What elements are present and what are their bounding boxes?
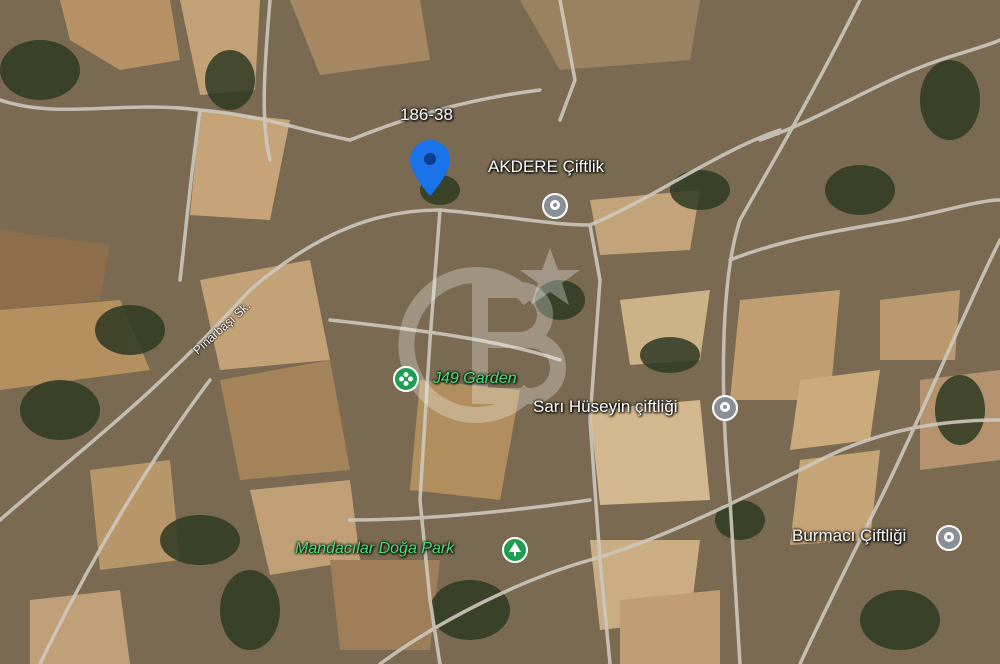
place-label-burmaci[interactable]: Burmacı Çiftliği (792, 526, 906, 546)
place-pin-icon[interactable] (542, 193, 568, 219)
satellite-imagery (0, 0, 1000, 664)
place-label-sari[interactable]: Sarı Hüseyin çiftliği (533, 397, 678, 417)
place-label-akdere[interactable]: AKDERE Çiftlik (488, 157, 604, 177)
place-label-j49[interactable]: J49 Garden (433, 370, 517, 388)
flower-icon[interactable] (393, 366, 419, 392)
tree-icon[interactable] (502, 537, 528, 563)
place-pin-icon[interactable] (712, 395, 738, 421)
place-label-mandacilar[interactable]: Mandacılar Doğa Park (295, 540, 454, 558)
pin-label: 186-38 (400, 105, 453, 124)
place-pin-icon[interactable] (936, 525, 962, 551)
location-pin-icon[interactable] (410, 140, 450, 196)
satellite-map[interactable]: 186-38 AKDERE Çiftlik J49 Garden Sarı Hü… (0, 0, 1000, 664)
